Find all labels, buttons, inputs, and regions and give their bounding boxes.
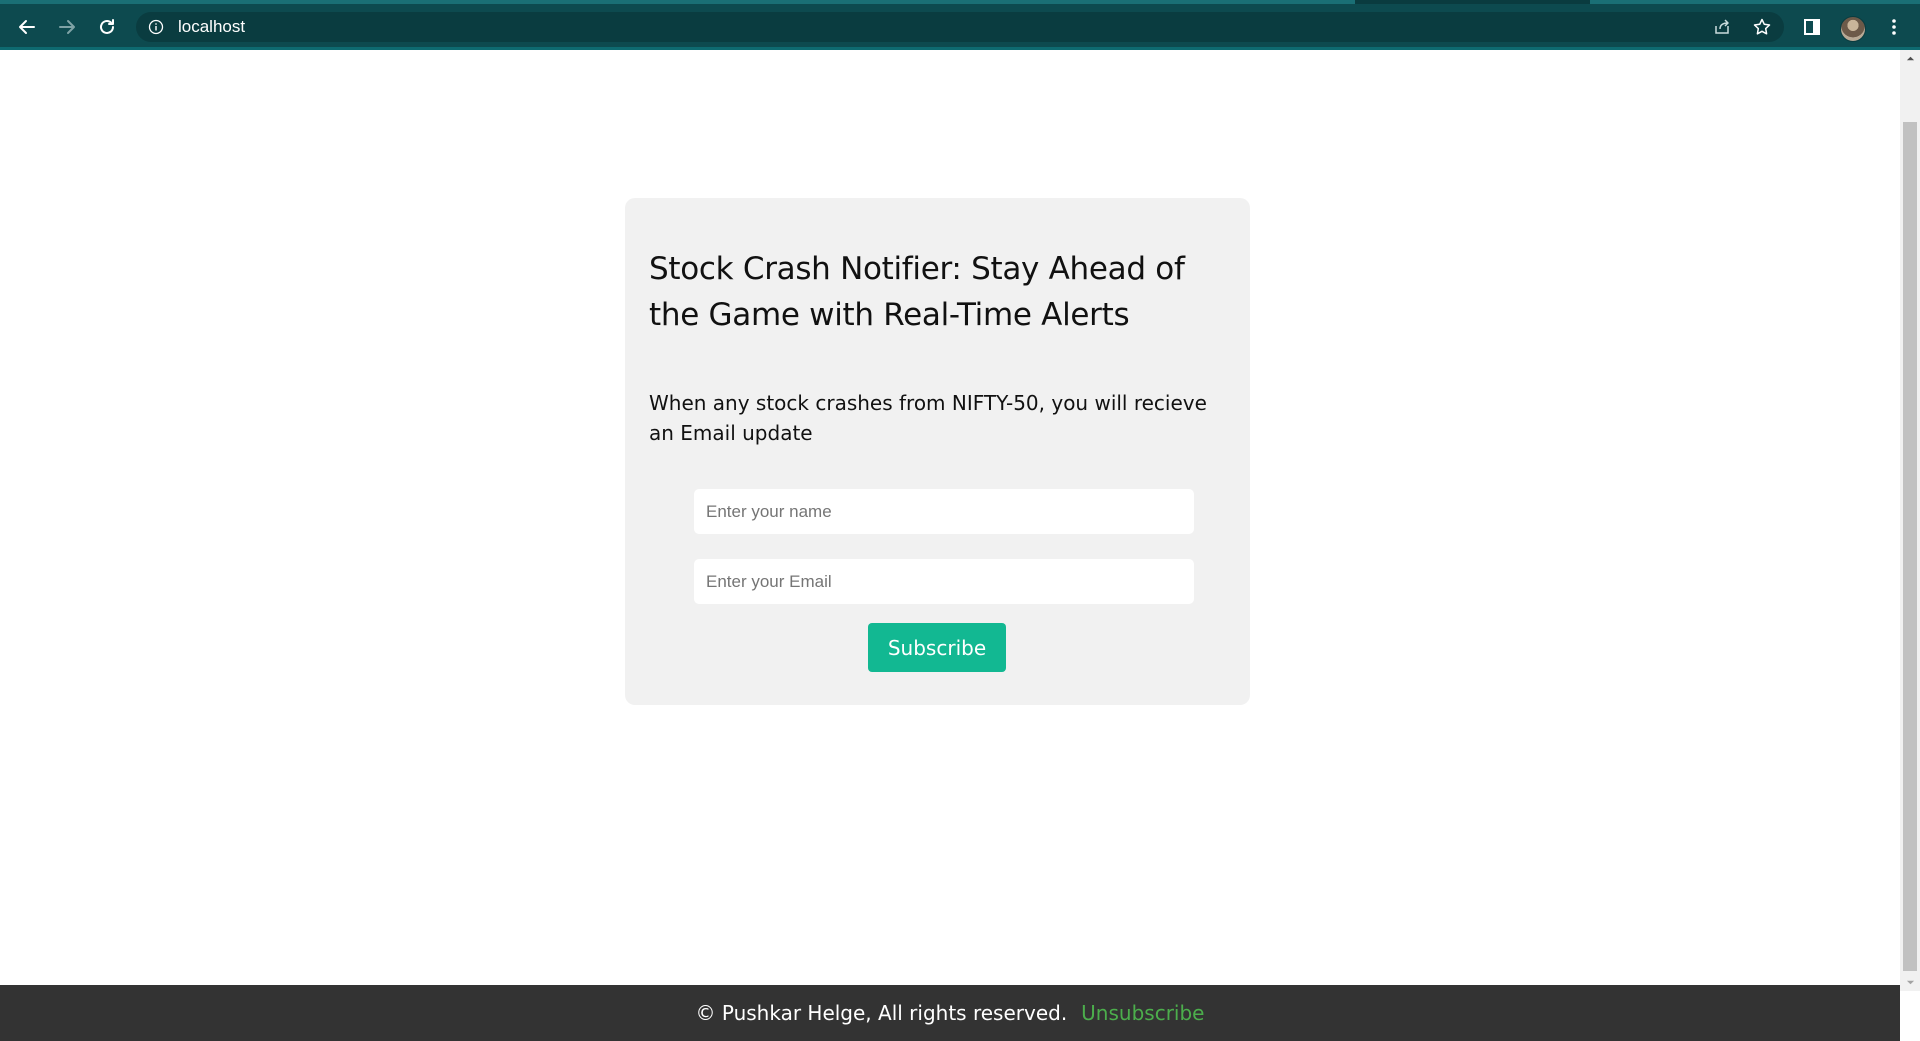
page-scrollbar[interactable] [1900, 50, 1920, 991]
side-panel-button[interactable] [1800, 15, 1824, 39]
star-icon[interactable] [1752, 17, 1772, 37]
name-input[interactable] [694, 489, 1194, 534]
side-panel-icon [1804, 19, 1820, 35]
reload-button[interactable] [93, 13, 121, 41]
url-text[interactable]: localhost [178, 18, 245, 36]
address-bar[interactable]: localhost [136, 12, 1784, 42]
tab-strip-edge [0, 0, 1355, 4]
page-description: When any stock crashes from NIFTY-50, yo… [649, 391, 1207, 445]
browser-toolbar: localhost [0, 0, 1920, 50]
forward-button[interactable] [53, 13, 81, 41]
footer: © Pushkar Helge, All rights reserved. Un… [0, 985, 1900, 1041]
unsubscribe-link[interactable]: Unsubscribe [1081, 1001, 1204, 1025]
kebab-menu-icon [1892, 19, 1896, 35]
page-content: Stock Crash Notifier: Stay Ahead of the … [0, 50, 1900, 1041]
arrow-left-icon [19, 20, 35, 34]
caret-down-icon [1906, 980, 1914, 985]
subscribe-button[interactable]: Subscribe [868, 623, 1006, 672]
scroll-up-button[interactable] [1900, 50, 1920, 67]
reload-icon [100, 19, 114, 34]
copyright-text: © Pushkar Helge, All rights reserved. [695, 1001, 1068, 1025]
caret-up-icon [1906, 56, 1914, 61]
share-icon[interactable] [1712, 17, 1732, 37]
arrow-right-icon [59, 20, 75, 34]
info-icon[interactable] [148, 19, 164, 35]
back-button[interactable] [13, 13, 41, 41]
browser-menu-button[interactable] [1882, 15, 1906, 39]
page-title: Stock Crash Notifier: Stay Ahead of the … [649, 251, 1185, 333]
avatar[interactable] [1840, 16, 1866, 42]
subscribe-card: Stock Crash Notifier: Stay Ahead of the … [625, 198, 1250, 705]
scrollbar-thumb[interactable] [1903, 122, 1917, 971]
tab-strip-edge [1590, 0, 1920, 4]
scroll-down-button[interactable] [1900, 974, 1920, 991]
email-input[interactable] [694, 559, 1194, 604]
